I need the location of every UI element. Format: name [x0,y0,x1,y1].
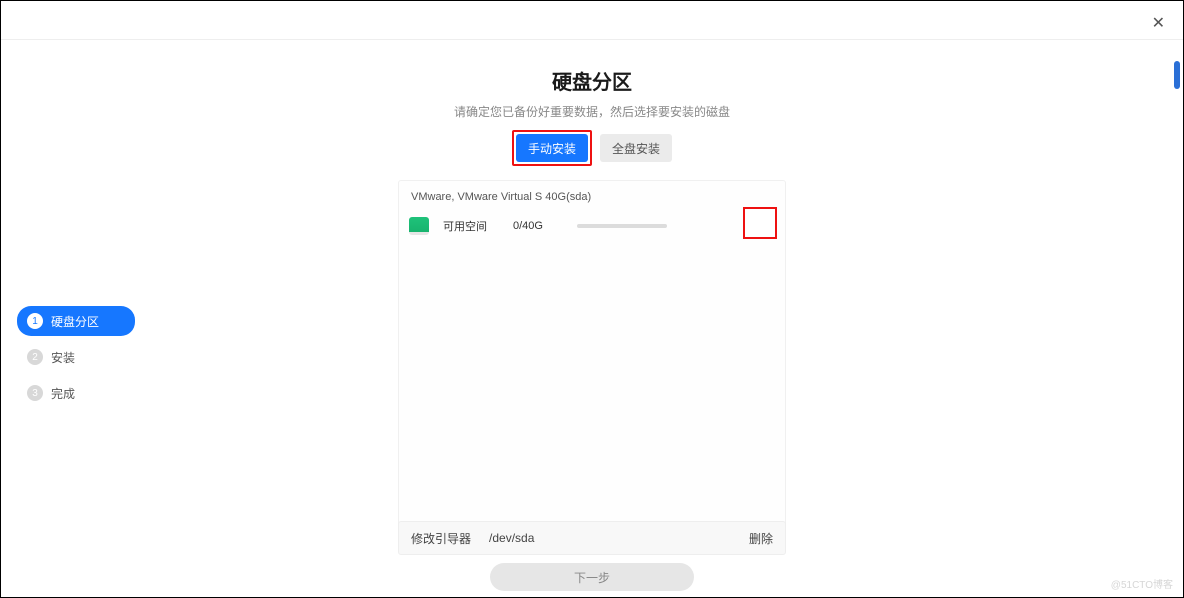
page-subtitle: 请确定您已备份好重要数据，然后选择要安装的磁盘 [454,103,730,120]
disk-select-box[interactable] [743,207,777,239]
bootloader-value[interactable]: /dev/sda [489,531,534,545]
disk-icon [409,217,429,235]
disk-row[interactable]: 可用空间 0/40G [409,211,775,241]
disk-header: VMware, VMware Virtual S 40G(sda) [409,187,775,211]
tab-full-install[interactable]: 全盘安装 [600,134,672,162]
disk-panel: VMware, VMware Virtual S 40G(sda) 可用空间 0… [398,180,786,530]
disk-free-label: 可用空间 [443,218,499,234]
disk-usage-bar [577,224,667,228]
bootloader-row: 修改引导器 /dev/sda 删除 [398,521,786,555]
watermark: @51CTO博客 [1111,576,1173,591]
close-icon[interactable]: ✕ [1152,13,1165,33]
highlight-manual-tab: 手动安装 [512,130,592,166]
delete-button[interactable]: 删除 [749,530,773,547]
page-title: 硬盘分区 [552,66,632,95]
bootloader-label: 修改引导器 [411,530,471,547]
disk-size: 0/40G [513,220,563,232]
tab-manual-install[interactable]: 手动安装 [516,134,588,162]
next-button[interactable]: 下一步 [490,563,694,591]
